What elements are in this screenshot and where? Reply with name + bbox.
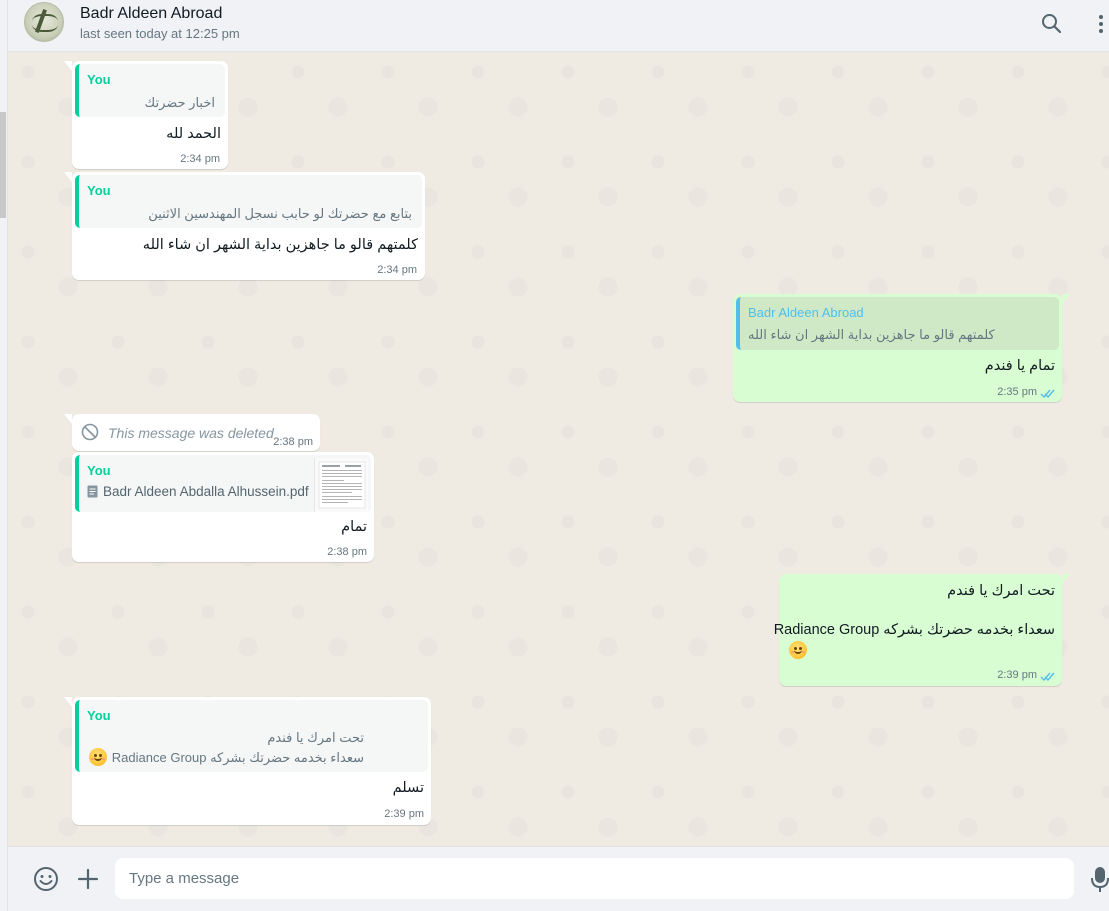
- message-time: 2:39 pm: [384, 808, 424, 820]
- message-line-1: تحت امرك يا فندم: [947, 583, 1055, 599]
- chat-header: Badr Aldeen Abroad last seen today at 12…: [8, 0, 1109, 52]
- deleted-icon: [80, 422, 100, 442]
- message-time: 2:39 pm: [997, 669, 1037, 681]
- message-composer: [8, 846, 1109, 911]
- quote-line-2: سعداء بخدمه حضرتك بشركه Radiance Group: [111, 750, 364, 765]
- message-bubble-deleted[interactable]: This message was deleted 2:38 pm: [64, 414, 320, 451]
- bubble-tail: [1062, 574, 1070, 584]
- attach-icon[interactable]: [76, 866, 100, 892]
- menu-icon[interactable]: [1094, 12, 1108, 36]
- message-line-2: سعداء بخدمه حضرتك بشركه Radiance Group: [773, 622, 1055, 638]
- bubble-tail: [64, 414, 72, 424]
- quoted-message[interactable]: You تحت امرك يا فندم سعداء بخدمه حضرتك ب…: [75, 700, 428, 772]
- search-icon[interactable]: [1038, 10, 1066, 38]
- quote-author: You: [87, 72, 111, 87]
- left-scroll-strip: [0, 0, 8, 911]
- quote-line-1: تحت امرك يا فندم: [267, 730, 364, 745]
- bubble-tail: [64, 61, 72, 71]
- quote-author: You: [87, 183, 111, 198]
- quoted-message[interactable]: Badr Aldeen Abroad كلمتهم قالو ما جاهزين…: [736, 297, 1059, 350]
- message-time: 2:34 pm: [377, 264, 417, 276]
- document-thumbnail: [314, 458, 368, 512]
- bubble-tail: [1062, 294, 1070, 304]
- quote-text: كلمتهم قالو ما جاهزين بداية الشهر ان شاء…: [748, 327, 995, 342]
- emoji-icon[interactable]: [32, 865, 60, 893]
- document-icon: [87, 485, 98, 498]
- quote-author: Badr Aldeen Abroad: [748, 305, 864, 320]
- quote-text: اخبار حضرتك: [144, 95, 215, 110]
- quote-author: You: [87, 708, 111, 723]
- quoted-document[interactable]: You Badr Aldeen Abdalla Alhussein.pdf: [75, 455, 371, 512]
- quote-text: بتابع مع حضرتك لو حابب نسجل المهندسين ال…: [148, 206, 412, 221]
- message-bubble-incoming[interactable]: You تحت امرك يا فندم سعداء بخدمه حضرتك ب…: [64, 697, 431, 825]
- mic-icon[interactable]: [1090, 864, 1109, 894]
- message-time: 2:38 pm: [273, 436, 313, 448]
- left-scroll-thumb[interactable]: [0, 112, 6, 218]
- smiling-face-emoji: [89, 748, 107, 766]
- message-input[interactable]: [115, 858, 1074, 899]
- message-bubble-incoming[interactable]: You Badr Aldeen Abdalla Alhussein.pdf تم…: [72, 452, 374, 562]
- message-bubble-incoming[interactable]: You بتابع مع حضرتك لو حابب نسجل المهندسي…: [64, 172, 425, 280]
- message-bubble-outgoing[interactable]: تحت امرك يا فندم سعداء بخدمه حضرتك بشركه…: [774, 574, 1070, 686]
- quoted-message[interactable]: You بتابع مع حضرتك لو حابب نسجل المهندسي…: [75, 175, 422, 228]
- message-time: 2:34 pm: [180, 153, 220, 165]
- message-time: 2:38 pm: [327, 546, 367, 558]
- message-bubble-incoming[interactable]: You اخبار حضرتك الحمد لله 2:34 pm: [64, 61, 228, 169]
- message-text: تمام يا فندم: [984, 358, 1055, 374]
- quoted-message[interactable]: You اخبار حضرتك: [75, 64, 225, 117]
- deleted-message-text: This message was deleted: [108, 425, 274, 441]
- quote-author: You: [87, 463, 111, 478]
- message-bubble-outgoing[interactable]: Badr Aldeen Abroad كلمتهم قالو ما جاهزين…: [733, 294, 1070, 402]
- contact-avatar[interactable]: [24, 2, 64, 42]
- contact-last-seen: last seen today at 12:25 pm: [80, 26, 240, 41]
- message-text: تمام: [341, 519, 367, 535]
- message-time: 2:35 pm: [997, 386, 1037, 398]
- message-text: تسلم: [392, 780, 424, 796]
- message-pane[interactable]: You اخبار حضرتك الحمد لله 2:34 pm You بت…: [8, 52, 1109, 846]
- quote-file-name: Badr Aldeen Abdalla Alhussein.pdf: [103, 484, 309, 499]
- smiling-face-emoji: [789, 641, 807, 659]
- contact-name[interactable]: Badr Aldeen Abroad: [80, 5, 222, 23]
- read-ticks-icon: [1040, 386, 1056, 399]
- bubble-tail: [64, 697, 72, 707]
- message-text: الحمد لله: [166, 126, 221, 142]
- message-text: كلمتهم قالو ما جاهزين بداية الشهر ان شاء…: [142, 237, 418, 253]
- read-ticks-icon: [1040, 669, 1056, 682]
- bubble-tail: [64, 172, 72, 182]
